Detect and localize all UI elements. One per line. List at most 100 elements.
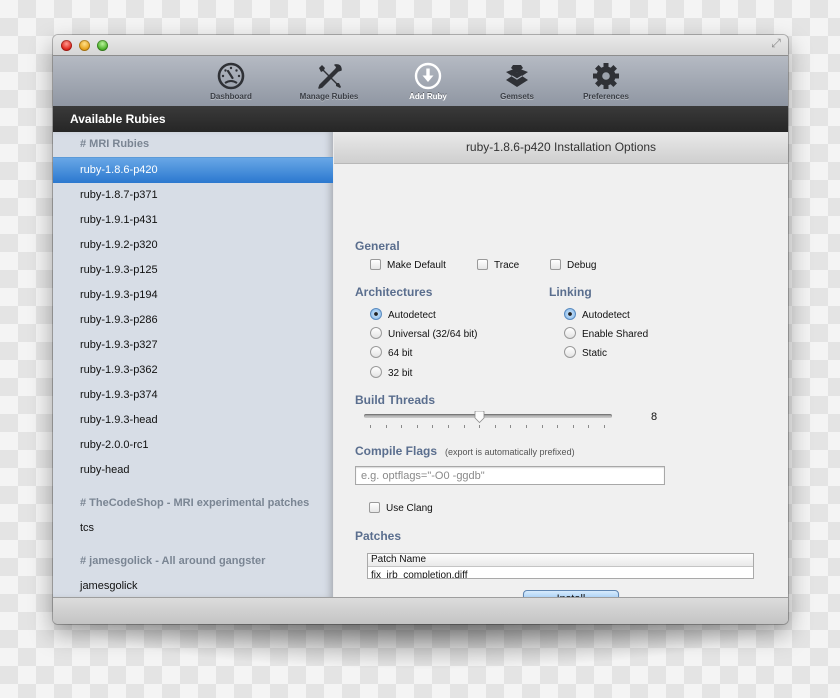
- slider-tick: [526, 425, 527, 428]
- toolbar-preferences-label: Preferences: [583, 92, 629, 101]
- checkbox-box[interactable]: [370, 259, 381, 270]
- debug-checkbox[interactable]: Debug: [550, 259, 596, 273]
- toolbar-manage-rubies-button[interactable]: Manage Rubies: [284, 58, 374, 106]
- toolbar-add-ruby-button[interactable]: Add Ruby: [383, 58, 473, 106]
- sidebar-item[interactable]: ruby-1.8.6-p420: [53, 157, 333, 183]
- arch-32bit-label: 32 bit: [388, 368, 413, 379]
- architectures-heading: Architectures: [355, 285, 433, 299]
- toolbar-preferences-button[interactable]: Preferences: [561, 58, 651, 106]
- radio-dot[interactable]: [370, 308, 382, 320]
- installation-options-panel: ruby-1.8.6-p420 Installation Options Gen…: [334, 132, 788, 608]
- linking-heading: Linking: [549, 285, 592, 299]
- slider-tick: [463, 425, 465, 428]
- sidebar-group-header: # MRI Rubies: [80, 138, 150, 150]
- sidebar-item[interactable]: ruby-1.9.3-p374: [53, 383, 333, 408]
- sidebar-item[interactable]: ruby-2.0.0-rc1: [53, 433, 333, 458]
- download-arrow-circle-icon: [414, 62, 442, 90]
- patches-table[interactable]: Patch Name fix_irb_completion.diff: [367, 553, 754, 579]
- trace-label: Trace: [494, 260, 520, 271]
- radio-dot[interactable]: [564, 327, 576, 339]
- sidebar-item[interactable]: ruby-1.9.3-p327: [53, 333, 333, 358]
- dashboard-gauge-icon: [217, 62, 245, 90]
- build-threads-slider-track[interactable]: [364, 414, 612, 418]
- toolbar-gemsets-button[interactable]: Gemsets: [472, 58, 562, 106]
- build-threads-value: 8: [651, 411, 658, 423]
- arch-autodetect-label: Autodetect: [388, 310, 436, 321]
- patch-name-column-header[interactable]: Patch Name: [368, 554, 753, 567]
- slider-tick: [416, 425, 418, 428]
- link-static-radio[interactable]: Static: [564, 346, 607, 360]
- patch-row[interactable]: fix_irb_completion.diff: [368, 570, 753, 578]
- radio-dot[interactable]: [370, 366, 382, 378]
- sidebar-item[interactable]: tcs: [53, 516, 333, 541]
- arch-64bit-label: 64 bit: [388, 348, 413, 359]
- slider-tick: [510, 425, 512, 428]
- slider-tick: [494, 425, 496, 428]
- toolbar-gemsets-label: Gemsets: [500, 92, 534, 101]
- toolbar: Dashboard Manage Rubies Add Ruby Gemsets…: [53, 55, 788, 107]
- toolbar-dashboard-button[interactable]: Dashboard: [186, 58, 276, 106]
- checkbox-box[interactable]: [550, 259, 561, 270]
- compile-flags-label: Compile Flags: [355, 444, 438, 458]
- slider-tick: [541, 425, 543, 428]
- debug-label: Debug: [567, 260, 597, 271]
- title-bar[interactable]: ⤢: [53, 35, 788, 55]
- arch-universal-radio[interactable]: Universal (32/64 bit): [370, 327, 477, 341]
- close-window-button[interactable]: [61, 40, 72, 51]
- zoom-window-button[interactable]: [97, 40, 108, 51]
- compile-flags-input[interactable]: [355, 466, 665, 485]
- slider-tick: [370, 425, 371, 428]
- toolbar-manage-rubies-label: Manage Rubies: [299, 92, 359, 101]
- sidebar-group-header: # jamesgolick - All around gangster: [80, 555, 266, 567]
- radio-dot[interactable]: [564, 308, 576, 320]
- use-clang-checkbox[interactable]: Use Clang: [369, 502, 433, 516]
- section-title: Available Rubies: [70, 112, 166, 126]
- bottom-bar: [53, 597, 788, 624]
- sidebar-item[interactable]: ruby-1.9.3-head: [53, 408, 333, 433]
- sidebar-item[interactable]: ruby-head: [53, 458, 333, 483]
- radio-dot[interactable]: [564, 346, 576, 358]
- sidebar-item[interactable]: ruby-1.9.1-p431: [53, 208, 333, 233]
- build-threads-slider-thumb[interactable]: [474, 411, 485, 423]
- trace-checkbox[interactable]: Trace: [477, 259, 519, 273]
- checkbox-box[interactable]: [369, 502, 380, 513]
- arch-32bit-radio[interactable]: 32 bit: [370, 366, 412, 380]
- sidebar-item[interactable]: ruby-1.9.2-p320: [53, 233, 333, 258]
- section-header: Available Rubies: [53, 106, 788, 132]
- slider-tick: [401, 425, 403, 428]
- radio-dot[interactable]: [370, 327, 382, 339]
- gear-icon: [593, 63, 619, 89]
- link-autodetect-radio[interactable]: Autodetect: [564, 308, 630, 322]
- use-clang-label: Use Clang: [386, 503, 433, 514]
- rubies-sidebar[interactable]: # MRI Rubies ruby-1.8.6-p420 ruby-1.8.7-…: [53, 132, 333, 597]
- arch-universal-label: Universal (32/64 bit): [388, 329, 478, 340]
- sidebar-item[interactable]: jamesgolick: [53, 574, 333, 597]
- slider-tick: [557, 425, 559, 428]
- build-threads-heading: Build Threads: [355, 393, 436, 407]
- link-enable-shared-radio[interactable]: Enable Shared: [564, 327, 648, 341]
- make-default-checkbox[interactable]: Make Default: [370, 259, 446, 273]
- sidebar-item[interactable]: ruby-1.8.7-p371: [53, 183, 333, 208]
- app-window: ⤢ Dashboard Manage Rubies Add Ruby Gemse…: [53, 35, 788, 624]
- checkbox-box[interactable]: [477, 259, 488, 270]
- sidebar-item[interactable]: ruby-1.9.3-p286: [53, 308, 333, 333]
- panel-title: ruby-1.8.6-p420 Installation Options: [334, 132, 788, 164]
- sidebar-item[interactable]: ruby-1.9.3-p362: [53, 358, 333, 383]
- slider-tick: [432, 425, 434, 428]
- radio-dot[interactable]: [370, 346, 382, 358]
- general-heading: General: [355, 239, 400, 253]
- arch-autodetect-radio[interactable]: Autodetect: [370, 308, 436, 322]
- make-default-label: Make Default: [387, 260, 446, 271]
- compile-flags-hint: (export is automatically prefixed): [445, 447, 575, 457]
- sidebar-item[interactable]: ruby-1.9.3-p194: [53, 283, 333, 308]
- slider-tick: [385, 425, 387, 428]
- toolbar-add-ruby-label: Add Ruby: [409, 92, 447, 101]
- slider-tick: [479, 425, 481, 428]
- wrench-screwdriver-icon: [318, 64, 342, 89]
- fullscreen-icon[interactable]: ⤢: [769, 36, 783, 50]
- arch-64bit-radio[interactable]: 64 bit: [370, 346, 412, 360]
- minimize-window-button[interactable]: [79, 40, 90, 51]
- sidebar-item[interactable]: ruby-1.9.3-p125: [53, 258, 333, 283]
